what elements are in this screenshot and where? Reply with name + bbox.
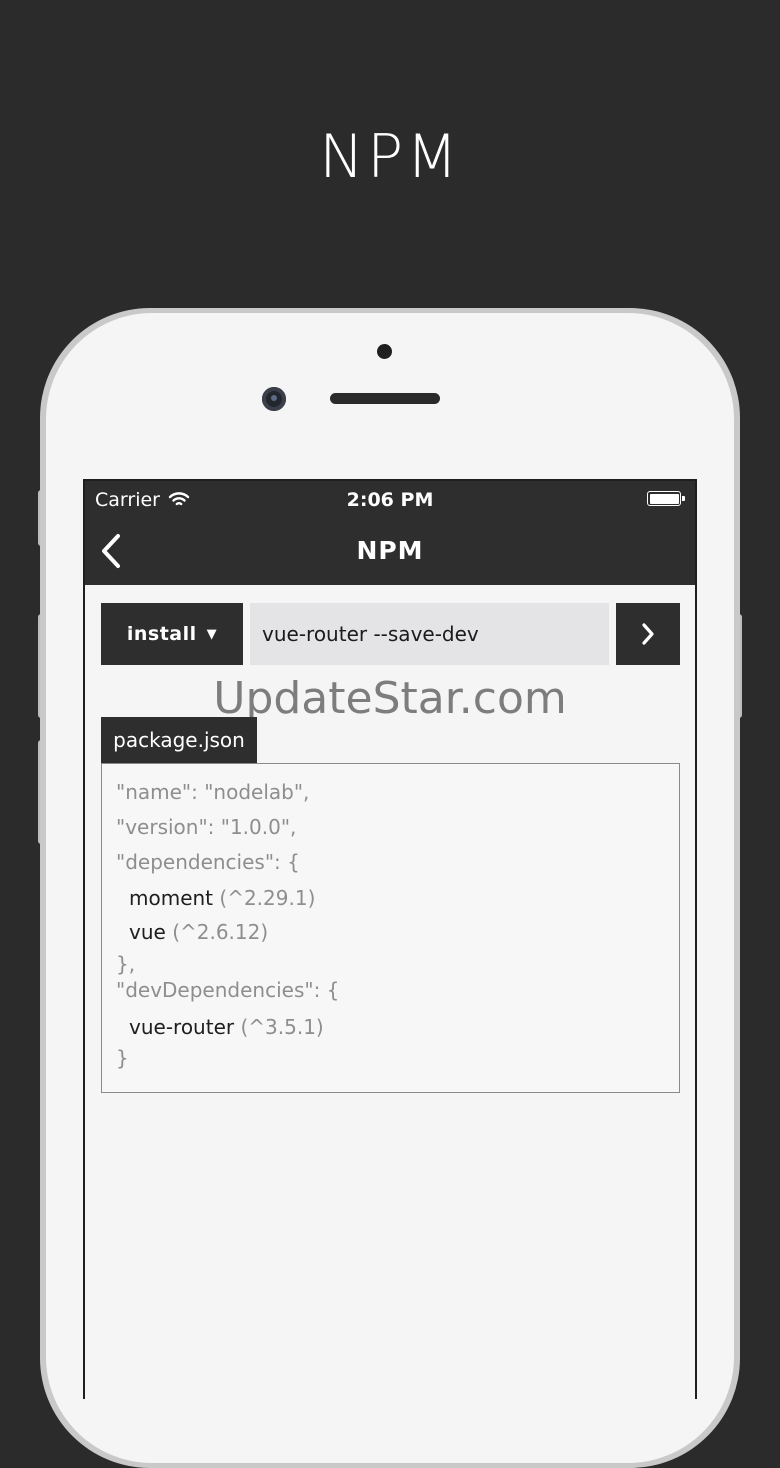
proximity-sensor (377, 344, 392, 359)
package-version-line: "version": "1.0.0", (116, 815, 297, 839)
package-input[interactable]: vue-router --save-dev (250, 603, 609, 665)
dependencies-open-line: "dependencies": { (116, 850, 300, 874)
front-camera (262, 387, 286, 411)
triangle-down-icon: ▼ (206, 626, 218, 642)
battery-icon (647, 491, 685, 506)
package-name-line: "name": "nodelab", (116, 780, 310, 804)
page-title: NPM (356, 536, 424, 565)
dependency-name: vue-router (129, 1015, 235, 1039)
promo-title: NPM (319, 122, 461, 192)
dependency-version: (^2.6.12) (172, 920, 269, 944)
dependency-version: (^2.29.1) (219, 886, 316, 910)
earpiece-speaker (330, 393, 440, 404)
dev-dependencies-close-line: } (116, 1046, 129, 1070)
navigation-bar: Carrier 2:06 PM NPM (85, 481, 695, 585)
dev-dependencies-open-line: "devDependencies": { (116, 978, 340, 1002)
run-button[interactable] (616, 603, 680, 665)
dependencies-close-line: }, (116, 952, 136, 976)
tab-package-json[interactable]: package.json (101, 717, 257, 763)
status-time: 2:06 PM (346, 489, 434, 511)
list-item: moment (^2.29.1) (129, 884, 315, 912)
package-json-panel: "name": "nodelab", "version": "1.0.0", "… (101, 763, 680, 1093)
command-select-label: install (126, 623, 197, 645)
app-screen: Carrier 2:06 PM NPM install ▼ vue-router… (83, 479, 697, 1399)
command-select[interactable]: install ▼ (101, 603, 243, 665)
dependency-name: moment (129, 886, 214, 910)
list-item: vue-router (^3.5.1) (129, 1013, 324, 1041)
dependency-name: vue (129, 920, 166, 944)
chevron-right-icon (642, 623, 654, 645)
dependency-version: (^3.5.1) (240, 1015, 324, 1039)
list-item: vue (^2.6.12) (129, 918, 268, 946)
